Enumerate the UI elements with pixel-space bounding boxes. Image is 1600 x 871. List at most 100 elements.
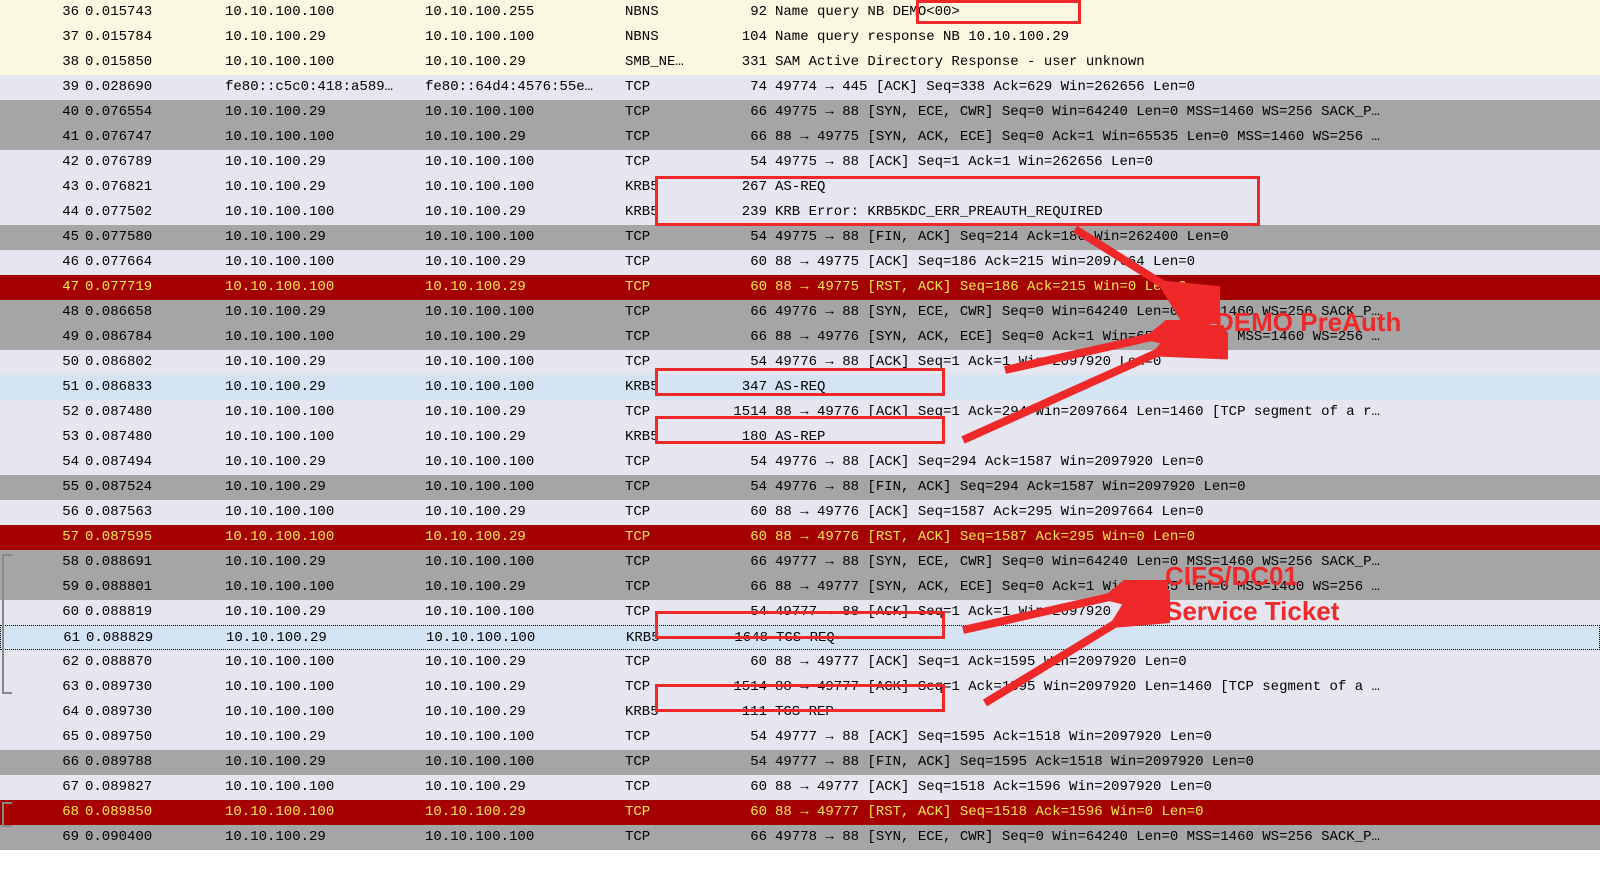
packet-row[interactable]: 560.08756310.10.100.10010.10.100.29TCP60… (0, 500, 1600, 525)
packet-row[interactable]: 390.028690fe80::c5c0:418:a589…fe80::64d4… (0, 75, 1600, 100)
col-time: 0.076747 (85, 125, 225, 150)
col-info: SAM Active Directory Response - user unk… (775, 50, 1600, 75)
col-destination: 10.10.100.100 (425, 475, 625, 500)
col-info: 49777 → 88 [ACK] Seq=1595 Ack=1518 Win=2… (775, 725, 1600, 750)
col-no: 46 (0, 250, 85, 275)
col-time: 0.090400 (85, 825, 225, 850)
col-info: 49776 → 88 [ACK] Seq=294 Ack=1587 Win=20… (775, 450, 1600, 475)
col-info: 49776 → 88 [SYN, ECE, CWR] Seq=0 Win=642… (775, 300, 1600, 325)
col-info: 88 → 49775 [RST, ACK] Seq=186 Ack=215 Wi… (775, 275, 1600, 300)
col-source: 10.10.100.100 (225, 275, 425, 300)
packet-row[interactable]: 690.09040010.10.100.2910.10.100.100TCP66… (0, 825, 1600, 850)
packet-row[interactable]: 660.08978810.10.100.2910.10.100.100TCP54… (0, 750, 1600, 775)
packet-row[interactable]: 600.08881910.10.100.2910.10.100.100TCP54… (0, 600, 1600, 625)
col-length: 66 (715, 125, 775, 150)
col-no: 51 (0, 375, 85, 400)
packet-row[interactable]: 450.07758010.10.100.2910.10.100.100TCP54… (0, 225, 1600, 250)
packet-row[interactable]: 460.07766410.10.100.10010.10.100.29TCP60… (0, 250, 1600, 275)
packet-row[interactable]: 500.08680210.10.100.2910.10.100.100TCP54… (0, 350, 1600, 375)
col-protocol: TCP (625, 500, 715, 525)
col-source: 10.10.100.100 (225, 775, 425, 800)
col-source: 10.10.100.100 (225, 0, 425, 25)
col-destination: 10.10.100.29 (425, 500, 625, 525)
col-source: 10.10.100.29 (226, 626, 426, 649)
packet-row[interactable]: 570.08759510.10.100.10010.10.100.29TCP60… (0, 525, 1600, 550)
col-protocol: KRB5 (625, 175, 715, 200)
packet-row[interactable]: 400.07655410.10.100.2910.10.100.100TCP66… (0, 100, 1600, 125)
packet-row[interactable]: 440.07750210.10.100.10010.10.100.29KRB52… (0, 200, 1600, 225)
col-protocol: NBNS (625, 25, 715, 50)
packet-row[interactable]: 530.08748010.10.100.10010.10.100.29KRB51… (0, 425, 1600, 450)
col-protocol: TCP (625, 575, 715, 600)
packet-row[interactable]: 640.08973010.10.100.10010.10.100.29KRB51… (0, 700, 1600, 725)
packet-row[interactable]: 550.08752410.10.100.2910.10.100.100TCP54… (0, 475, 1600, 500)
col-protocol: TCP (625, 750, 715, 775)
col-time: 0.086833 (85, 375, 225, 400)
packet-row[interactable]: 470.07771910.10.100.10010.10.100.29TCP60… (0, 275, 1600, 300)
packet-row[interactable]: 680.08985010.10.100.10010.10.100.29TCP60… (0, 800, 1600, 825)
col-protocol: TCP (625, 525, 715, 550)
packet-row[interactable]: 430.07682110.10.100.2910.10.100.100KRB52… (0, 175, 1600, 200)
col-no: 62 (0, 650, 85, 675)
col-info: 88 → 49777 [RST, ACK] Seq=1518 Ack=1596 … (775, 800, 1600, 825)
col-length: 60 (715, 800, 775, 825)
packet-row[interactable]: 510.08683310.10.100.2910.10.100.100KRB53… (0, 375, 1600, 400)
packet-row[interactable]: 380.01585010.10.100.10010.10.100.29SMB_N… (0, 50, 1600, 75)
packet-row[interactable]: 630.08973010.10.100.10010.10.100.29TCP15… (0, 675, 1600, 700)
col-destination: 10.10.100.100 (425, 25, 625, 50)
col-length: 54 (715, 750, 775, 775)
col-time: 0.088691 (85, 550, 225, 575)
col-no: 43 (0, 175, 85, 200)
col-source: 10.10.100.29 (225, 175, 425, 200)
packet-row[interactable]: 480.08665810.10.100.2910.10.100.100TCP66… (0, 300, 1600, 325)
packet-row[interactable]: 610.08882910.10.100.2910.10.100.100KRB51… (0, 625, 1600, 650)
packet-row[interactable]: 590.08880110.10.100.10010.10.100.29TCP66… (0, 575, 1600, 600)
col-no: 64 (0, 700, 85, 725)
col-protocol: KRB5 (626, 626, 716, 649)
packet-list[interactable]: 360.01574310.10.100.10010.10.100.255NBNS… (0, 0, 1600, 850)
col-source: 10.10.100.100 (225, 500, 425, 525)
packet-row[interactable]: 540.08749410.10.100.2910.10.100.100TCP54… (0, 450, 1600, 475)
col-source: 10.10.100.29 (225, 375, 425, 400)
packet-row[interactable]: 580.08869110.10.100.2910.10.100.100TCP66… (0, 550, 1600, 575)
packet-row[interactable]: 620.08887010.10.100.10010.10.100.29TCP60… (0, 650, 1600, 675)
col-time: 0.077502 (85, 200, 225, 225)
col-length: 180 (715, 425, 775, 450)
packet-row[interactable]: 370.01578410.10.100.2910.10.100.100NBNS1… (0, 25, 1600, 50)
col-time: 0.076821 (85, 175, 225, 200)
col-source: 10.10.100.100 (225, 125, 425, 150)
col-no: 49 (0, 325, 85, 350)
col-no: 47 (0, 275, 85, 300)
col-destination: 10.10.100.29 (425, 325, 625, 350)
col-no: 48 (0, 300, 85, 325)
col-destination: 10.10.100.29 (425, 525, 625, 550)
packet-row[interactable]: 420.07678910.10.100.2910.10.100.100TCP54… (0, 150, 1600, 175)
col-protocol: TCP (625, 650, 715, 675)
col-source: 10.10.100.100 (225, 250, 425, 275)
packet-row[interactable]: 650.08975010.10.100.2910.10.100.100TCP54… (0, 725, 1600, 750)
col-no: 55 (0, 475, 85, 500)
col-length: 54 (715, 725, 775, 750)
col-protocol: NBNS (625, 0, 715, 25)
col-no: 37 (0, 25, 85, 50)
col-no: 63 (0, 675, 85, 700)
col-length: 66 (715, 300, 775, 325)
col-time: 0.088829 (86, 626, 226, 649)
packet-row[interactable]: 410.07674710.10.100.10010.10.100.29TCP66… (0, 125, 1600, 150)
col-source: 10.10.100.100 (225, 200, 425, 225)
col-source: 10.10.100.100 (225, 650, 425, 675)
packet-row[interactable]: 520.08748010.10.100.10010.10.100.29TCP15… (0, 400, 1600, 425)
col-info: AS-REQ (775, 375, 1600, 400)
col-length: 60 (715, 250, 775, 275)
packet-row[interactable]: 670.08982710.10.100.10010.10.100.29TCP60… (0, 775, 1600, 800)
col-length: 331 (715, 50, 775, 75)
col-time: 0.028690 (85, 75, 225, 100)
col-protocol: TCP (625, 400, 715, 425)
col-info: Name query NB DEMO<00> (775, 0, 1600, 25)
col-info: KRB Error: KRB5KDC_ERR_PREAUTH_REQUIRED (775, 200, 1600, 225)
packet-row[interactable]: 490.08678410.10.100.10010.10.100.29TCP66… (0, 325, 1600, 350)
col-destination: 10.10.100.29 (425, 50, 625, 75)
packet-row[interactable]: 360.01574310.10.100.10010.10.100.255NBNS… (0, 0, 1600, 25)
col-destination: 10.10.100.100 (425, 100, 625, 125)
col-time: 0.089827 (85, 775, 225, 800)
